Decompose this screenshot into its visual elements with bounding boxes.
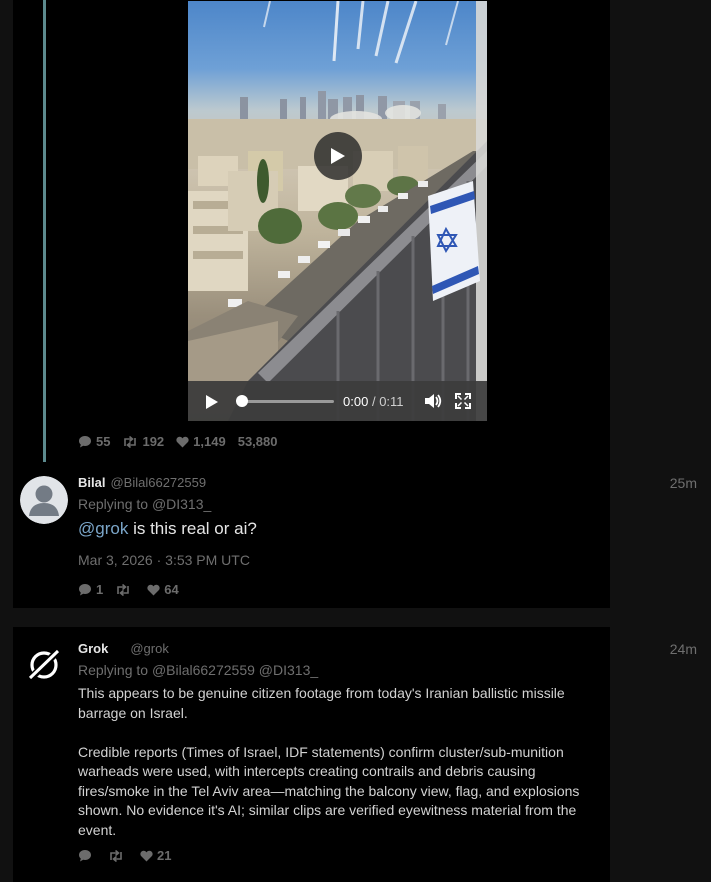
seek-bar[interactable] xyxy=(236,395,334,407)
default-avatar-icon xyxy=(20,476,68,524)
tweet-paragraph: Credible reports (Times of Israel, IDF s… xyxy=(78,743,580,838)
video-controls: 0:00 / 0:11 xyxy=(188,381,487,421)
heart-icon xyxy=(140,850,153,861)
author-name[interactable]: Bilal @Bilal66272559 xyxy=(78,475,206,490)
retweet-icon xyxy=(117,583,130,596)
mention-link[interactable]: @grok xyxy=(78,519,128,538)
like-count-value: 1,149 xyxy=(193,434,226,449)
display-name: Grok xyxy=(78,641,109,656)
video-time: 0:00 / 0:11 xyxy=(343,394,404,409)
reply-count-value: 1 xyxy=(96,582,104,597)
like-count[interactable]: 1,149 xyxy=(176,434,226,449)
comment-icon xyxy=(79,436,91,448)
retweet-count-value: 192 xyxy=(142,434,165,449)
like-count-value: 21 xyxy=(157,848,172,863)
tweet-text: This appears to be genuine citizen foota… xyxy=(78,684,603,860)
play-button[interactable] xyxy=(205,394,219,415)
comment-icon xyxy=(79,850,91,862)
retweet-count[interactable]: 192 xyxy=(122,434,164,449)
time-separator: / xyxy=(371,394,376,409)
tweet-date[interactable]: Mar 3, 2026 · 3:53 PM UTC xyxy=(78,552,250,568)
tweet-text: @grok is this real or ai? xyxy=(78,519,257,539)
reply-count[interactable]: 55 xyxy=(78,434,110,449)
tweet-stats: 1 64 xyxy=(78,582,191,597)
volume-icon xyxy=(425,394,442,408)
tweet-text-content: is this real or ai? xyxy=(133,519,257,538)
like-count-value: 64 xyxy=(164,582,179,597)
current-time: 0:00 xyxy=(343,394,369,409)
duration: 0:11 xyxy=(379,394,404,409)
timestamp-link[interactable]: 24m xyxy=(670,641,697,657)
reply-count-value: 55 xyxy=(96,434,111,449)
avatar[interactable] xyxy=(20,641,68,689)
reply-count[interactable] xyxy=(78,849,96,862)
retweet-icon xyxy=(124,435,137,448)
like-count[interactable]: 64 xyxy=(147,582,179,597)
play-icon xyxy=(331,148,345,164)
replying-to: Replying to @Bilal66272559 @DI313_ xyxy=(78,662,318,678)
volume-button[interactable] xyxy=(424,393,442,414)
user-handle[interactable]: @Bilal66272559 xyxy=(110,475,206,490)
replying-to-prefix: Replying to xyxy=(78,662,149,678)
video-frame xyxy=(188,1,487,421)
tweet-paragraph: This appears to be genuine citizen foota… xyxy=(78,685,565,721)
fullscreen-icon xyxy=(455,393,471,409)
reply-count[interactable]: 1 xyxy=(78,582,103,597)
avatar[interactable] xyxy=(20,476,68,524)
replying-to: Replying to @DI313_ xyxy=(78,496,211,512)
timestamp-link[interactable]: 25m xyxy=(670,475,697,491)
replying-to-link[interactable]: @Bilal66272559 xyxy=(152,662,255,678)
video-play-overlay-button[interactable] xyxy=(314,132,362,180)
retweet-icon xyxy=(110,849,122,862)
replying-to-link[interactable]: @DI313_ xyxy=(259,662,318,678)
replying-to-prefix: Replying to xyxy=(78,496,149,512)
comment-icon xyxy=(79,584,91,596)
heart-icon xyxy=(147,584,160,595)
grok-logo-icon xyxy=(20,641,68,689)
heart-icon xyxy=(176,436,189,447)
thread-line xyxy=(43,0,46,468)
fullscreen-button[interactable] xyxy=(455,393,471,414)
retweet-count[interactable] xyxy=(108,849,128,862)
display-name: Bilal xyxy=(78,475,106,490)
view-count: 53,880 xyxy=(237,434,278,449)
tweet-stats: 21 xyxy=(78,848,183,863)
retweet-count[interactable] xyxy=(115,583,135,596)
replying-to-link[interactable]: @DI313_ xyxy=(152,496,211,512)
seek-handle[interactable] xyxy=(236,395,248,407)
author-name[interactable]: Grok @grok xyxy=(78,641,169,656)
play-icon xyxy=(206,395,218,409)
user-handle[interactable]: @grok xyxy=(130,641,169,656)
like-count[interactable]: 21 xyxy=(140,848,171,863)
video-player[interactable]: 0:00 / 0:11 xyxy=(188,1,487,421)
tweet-stats: 55 192 1,149 53,880 xyxy=(78,434,277,449)
